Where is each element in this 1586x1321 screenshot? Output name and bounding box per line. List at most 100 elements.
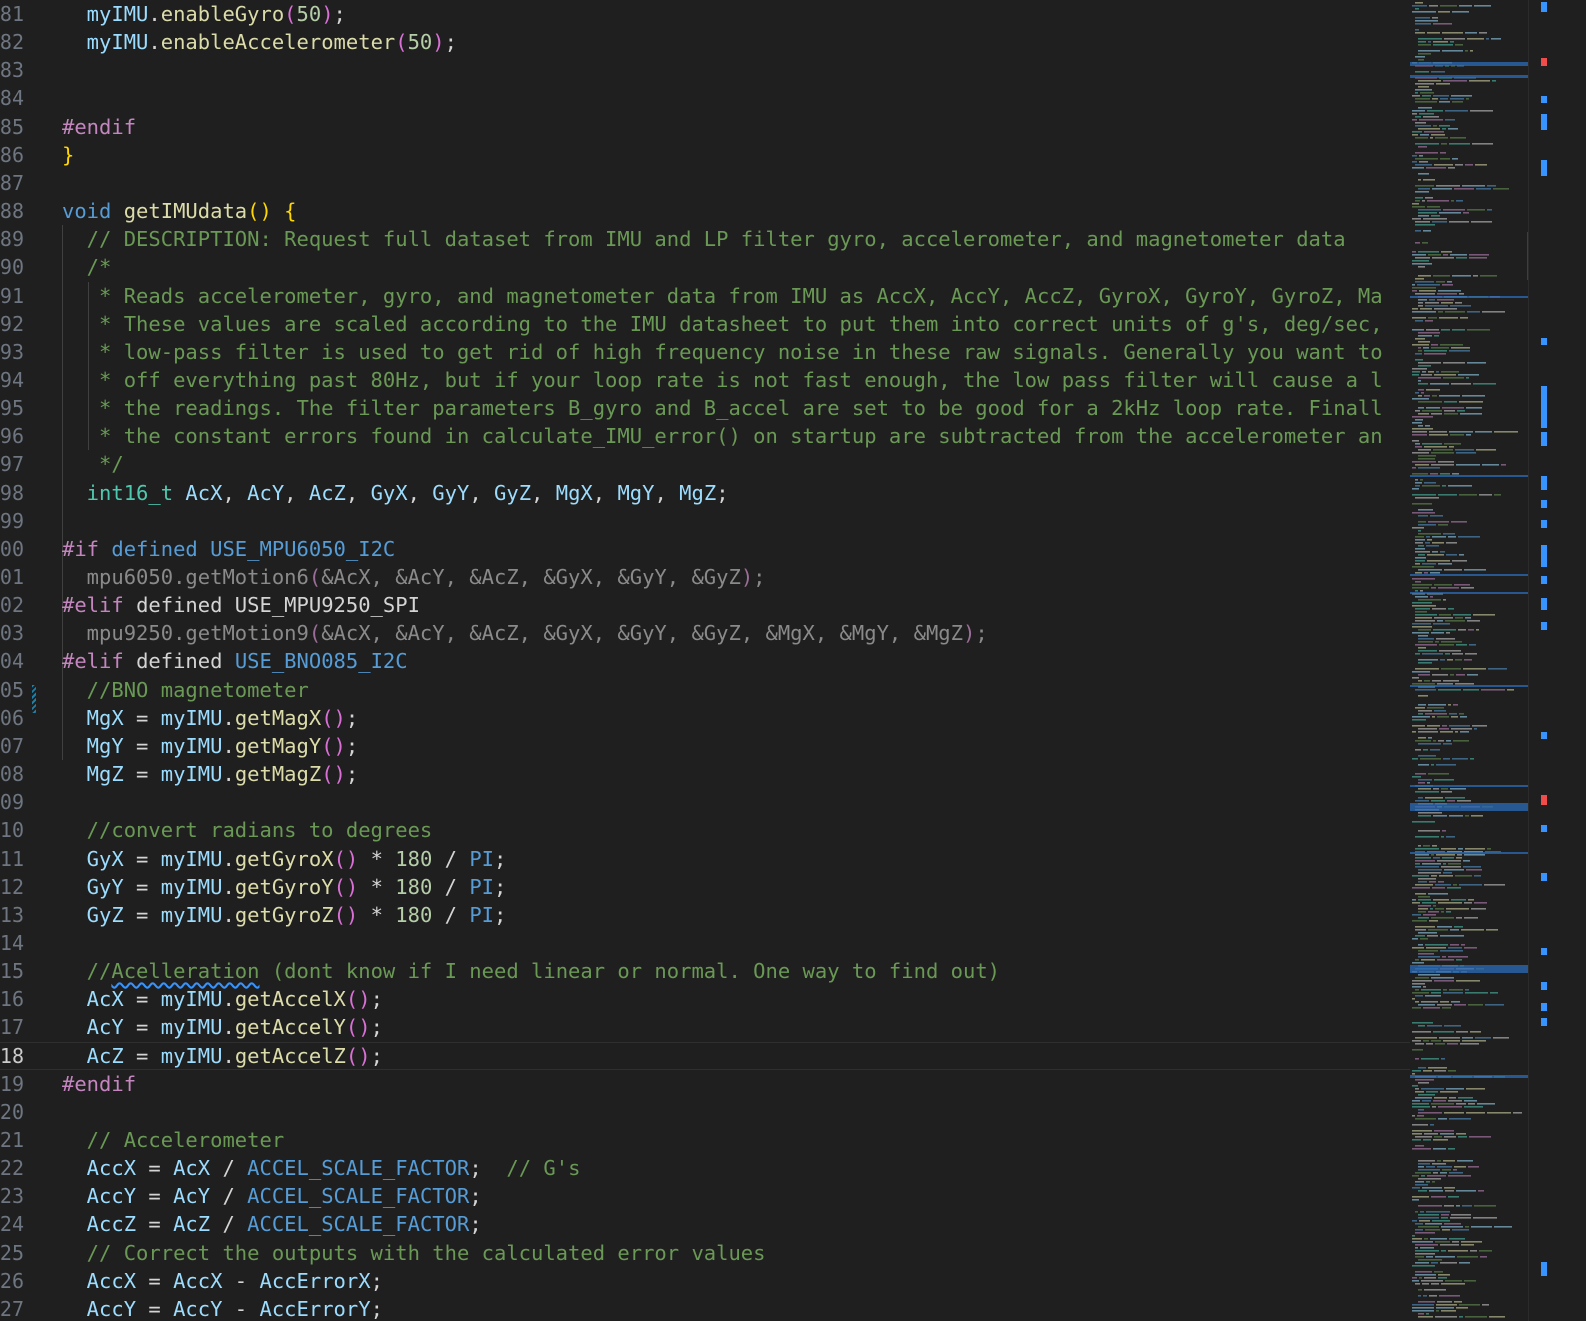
code-line[interactable]: 12 GyY = myIMU.getGyroY() * 180 / PI; [0, 873, 1410, 901]
line-number: 21 [0, 1128, 24, 1152]
code-line[interactable]: 13 GyZ = myIMU.getGyroZ() * 180 / PI; [0, 901, 1410, 929]
code-line[interactable]: 86} [0, 141, 1410, 169]
code-line[interactable]: 03 mpu9250.getMotion9(&AcX, &AcY, &AcZ, … [0, 619, 1410, 647]
minimap-line [1457, 800, 1471, 802]
minimap-line [1412, 980, 1432, 982]
code-line[interactable]: 82 myIMU.enableAccelerometer(50); [0, 28, 1410, 56]
code-line[interactable]: 09 [0, 788, 1410, 816]
minimap-line [1438, 524, 1448, 526]
code-line[interactable]: 85 #endif [0, 113, 1410, 141]
minimap-line [1438, 689, 1461, 691]
code-line[interactable]: 94 * off everything past 80Hz, but if yo… [0, 366, 1410, 394]
code-line[interactable]: 15 //Acelleration (dont know if I need l… [0, 957, 1410, 985]
code-line[interactable]: 08 MgZ = myIMU.getMagZ(); [0, 760, 1410, 788]
code-line[interactable]: 16 AcX = myIMU.getAccelX(); [0, 985, 1410, 1013]
code-line[interactable]: 01 mpu6050.getMotion6(&AcX, &AcY, &AcZ, … [0, 563, 1410, 591]
minimap-line [1412, 947, 1424, 949]
code-line[interactable]: 24 AccZ = AcZ / ACCEL_SCALE_FACTOR; [0, 1210, 1410, 1238]
minimap-line [1440, 98, 1448, 100]
minimap-highlight [1410, 62, 1528, 66]
code-line[interactable]: 95 * the readings. The filter parameters… [0, 394, 1410, 422]
code-text: AcZ = myIMU.getAccelZ(); [62, 1042, 383, 1070]
minimap-line [1465, 815, 1469, 817]
minimap-line [1452, 1229, 1469, 1231]
code-token: * the constant errors found in calculate… [62, 424, 1383, 449]
minimap-line [1461, 944, 1465, 946]
minimap-line [1450, 254, 1467, 256]
modified-line-gutter-marker[interactable] [32, 685, 36, 713]
minimap-line [1417, 284, 1440, 286]
code-line[interactable]: 25 // Correct the outputs with the calcu… [0, 1239, 1410, 1267]
code-token: GyZ [494, 480, 532, 505]
code-line[interactable]: 26 AccX = AccX - AccErrorX; [0, 1267, 1410, 1295]
minimap-line [1446, 1088, 1464, 1090]
minimap-line [1469, 644, 1476, 646]
code-line[interactable]: 19 #endif [0, 1070, 1410, 1098]
code-line[interactable]: 98 int16_t AcX, AcY, AcZ, GyX, GyY, GyZ,… [0, 479, 1410, 507]
minimap-line [1415, 359, 1423, 361]
code-editor[interactable]: 81 myIMU.enableGyro(50); 82 myIMU.enableA… [0, 0, 1410, 1321]
code-token: / [432, 846, 470, 871]
code-line[interactable]: 04 #elif defined USE_BNO085_I2C [0, 647, 1410, 675]
minimap-line [1415, 536, 1424, 538]
code-line[interactable]: 10 //convert radians to degrees [0, 816, 1410, 844]
code-line[interactable]: 87 [0, 169, 1410, 197]
code-token: AcZ [173, 1212, 211, 1237]
line-number: 08 [0, 762, 24, 787]
minimap-line [1458, 536, 1480, 538]
code-line[interactable]: 83 [0, 56, 1410, 84]
code-token: PI [469, 902, 495, 927]
code-line[interactable]: 96 * the constant errors found in calcul… [0, 422, 1410, 450]
line-number: 84 [0, 86, 24, 111]
minimap[interactable] [1410, 0, 1528, 1321]
code-text: GyX = myIMU.getGyroX() * 180 / PI; [62, 845, 507, 873]
minimap-line [1434, 1070, 1446, 1072]
code-line[interactable]: 17 AcY = myIMU.getAccelY(); [0, 1013, 1410, 1041]
minimap-line [1464, 854, 1485, 856]
minimap-line [1467, 329, 1490, 331]
code-text: /* [62, 253, 112, 281]
minimap-line [1412, 626, 1432, 628]
code-line[interactable]: 22 AccX = AcX / ACCEL_SCALE_FACTOR; // G… [0, 1154, 1410, 1182]
code-line[interactable]: 92 * These values are scaled according t… [0, 310, 1410, 338]
code-line[interactable]: 88 void getIMUdata() { [0, 197, 1410, 225]
code-line[interactable]: 11 GyX = myIMU.getGyroX() * 180 / PI; [0, 845, 1410, 873]
code-line[interactable]: 81 myIMU.enableGyro(50); [0, 0, 1410, 28]
code-line[interactable]: 18 AcZ = myIMU.getAccelZ(); [0, 1042, 1410, 1070]
minimap-line [1456, 1103, 1466, 1105]
code-text: AccX = AcX / ACCEL_SCALE_FACTOR; // G's [62, 1154, 581, 1182]
code-line[interactable]: 27 AccY = AccY - AccErrorY; [0, 1295, 1410, 1321]
code-line[interactable]: 02 #elif defined USE_MPU9250_SPI [0, 591, 1410, 619]
code-line[interactable]: 93 * low-pass filter is used to get rid … [0, 338, 1410, 366]
minimap-line [1433, 788, 1439, 790]
code-line[interactable]: 21 // Accelerometer [0, 1126, 1410, 1154]
minimap-line [1433, 449, 1453, 451]
code-line[interactable]: 05 //BNO magnetometer [0, 676, 1410, 704]
code-line[interactable]: 84 [0, 84, 1410, 112]
code-line[interactable]: 89 // DESCRIPTION: Request full dataset … [0, 225, 1410, 253]
minimap-line [1441, 1310, 1456, 1312]
minimap-line [1423, 845, 1430, 847]
code-line[interactable]: 14 [0, 929, 1410, 957]
minimap-line [1418, 932, 1437, 934]
code-line[interactable]: 20 [0, 1098, 1410, 1126]
minimap-line [1459, 1316, 1463, 1318]
code-line[interactable]: 91 * Reads accelerometer, gyro, and magn… [0, 282, 1410, 310]
code-line[interactable]: 06 MgX = myIMU.getMagX(); [0, 704, 1410, 732]
minimap-line [1412, 311, 1436, 313]
minimap-line [1418, 467, 1440, 469]
code-line[interactable]: 07 MgY = myIMU.getMagY(); [0, 732, 1410, 760]
code-line[interactable]: 00 #if defined USE_MPU6050_I2C [0, 535, 1410, 563]
code-line[interactable]: 23 AccY = AcY / ACCEL_SCALE_FACTOR; [0, 1182, 1410, 1210]
code-line[interactable]: 97 */ [0, 450, 1410, 478]
code-text: int16_t AcX, AcY, AcZ, GyX, GyY, GyZ, Mg… [62, 479, 729, 507]
minimap-line [1492, 80, 1496, 82]
minimap-line [1415, 836, 1439, 838]
minimap-line [1437, 293, 1457, 295]
minimap-line [1434, 374, 1456, 376]
minimap-line [1412, 587, 1429, 589]
minimap-line [1412, 920, 1427, 922]
vertical-scrollbar[interactable] [1528, 0, 1559, 1321]
code-line[interactable]: 90 /* [0, 253, 1410, 281]
code-line[interactable]: 99 [0, 507, 1410, 535]
